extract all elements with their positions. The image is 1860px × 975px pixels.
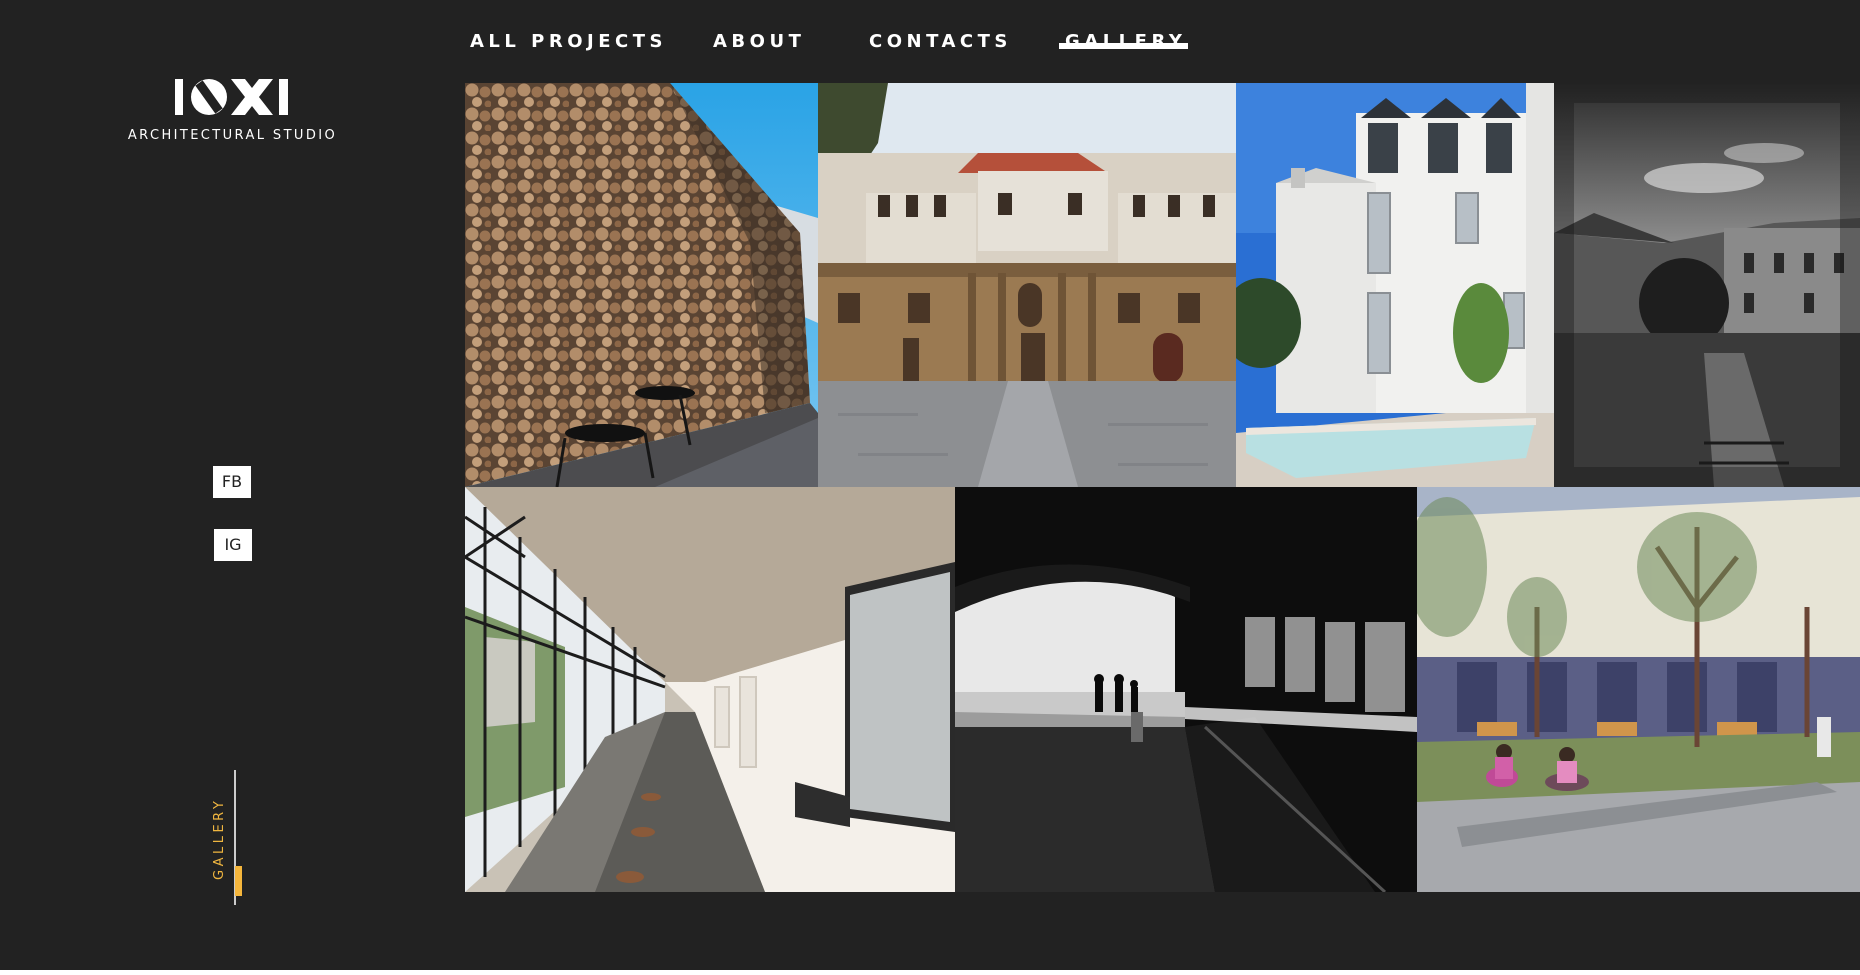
nav-gallery[interactable]: GALLERY [1058,30,1189,54]
nav-all-projects[interactable]: ALL PROJECTS [470,30,667,54]
baroque-monastery-facade-photo [818,83,1236,487]
glass-corridor-photo [465,487,955,892]
plaza-render-photo [1417,487,1860,892]
dark-tunnel-silhouettes-photo [955,487,1417,892]
gallery-item-log-wall[interactable] [465,83,818,487]
logo-subtitle: ARCHITECTURAL STUDIO [127,128,338,143]
gallery-item-baroque-monastery[interactable] [818,83,1236,487]
white-building-pool-photo [1236,83,1554,487]
logo-mark-icon [174,79,288,115]
section-progress-marker [235,866,242,896]
gallery-item-dark-tunnel[interactable] [955,487,1417,892]
section-label: GALLERY [212,797,227,880]
section-indicator: GALLERY [200,768,250,908]
gallery-grid [465,83,1860,892]
bw-monastery-courtyard-photo [1554,83,1860,487]
top-navigation: ALL PROJECTS ABOUT CONTACTS GALLERY [0,0,1860,82]
gallery-item-plaza-render[interactable] [1417,487,1860,892]
log-wall-photo [465,83,818,487]
bottom-strip [0,970,1860,975]
logo[interactable]: ARCHITECTURAL STUDIO [120,78,345,143]
gallery-item-white-building-pool[interactable] [1236,83,1554,487]
instagram-button[interactable]: IG [214,529,252,561]
nav-about[interactable]: ABOUT [713,30,805,54]
gallery-item-glass-corridor[interactable] [465,487,955,892]
facebook-button[interactable]: FB [213,466,251,498]
page: ALL PROJECTS ABOUT CONTACTS GALLERY ARCH… [0,0,1860,975]
gallery-item-bw-monastery-courtyard[interactable] [1554,83,1860,487]
nav-contacts[interactable]: CONTACTS [869,30,1012,54]
